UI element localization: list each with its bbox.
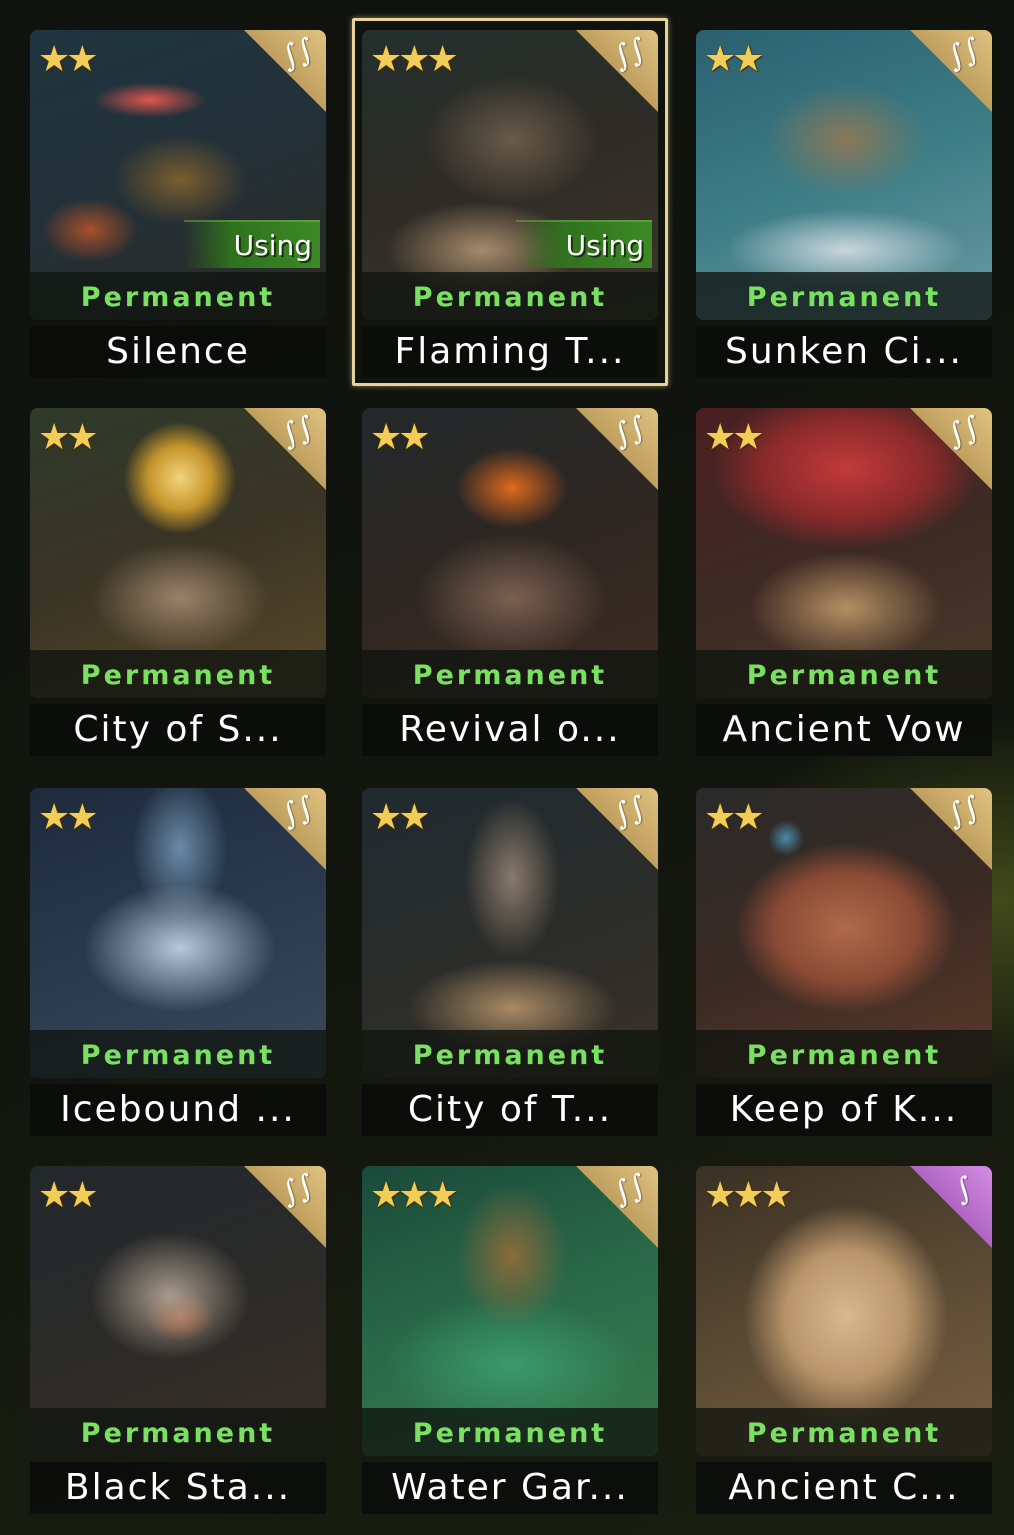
duration-label: Permanent bbox=[362, 650, 658, 698]
duration-label: Permanent bbox=[362, 1030, 658, 1078]
duration-label: Permanent bbox=[30, 272, 326, 320]
using-badge: Using bbox=[184, 220, 320, 268]
skin-name: Sunken Ci... bbox=[696, 326, 992, 378]
skin-card-frame: ★★★ ∫ Permanent bbox=[696, 1166, 992, 1456]
duration-label: Permanent bbox=[362, 272, 658, 320]
skin-name: Icebound ... bbox=[30, 1084, 326, 1136]
skin-name: Black Sta... bbox=[30, 1462, 326, 1514]
skin-card-water-gar[interactable]: ★★★ ∫∫ Permanent Water Gar... bbox=[362, 1166, 658, 1514]
skin-name: City of S... bbox=[30, 704, 326, 756]
duration-label: Permanent bbox=[696, 650, 992, 698]
skin-card-keep-of-k[interactable]: ★★ ∫∫ Permanent Keep of K... bbox=[696, 788, 992, 1136]
castle-skin-grid: ★★ ∫∫ Using Permanent Silence ★★★ ∫∫ Usi… bbox=[0, 0, 1014, 1535]
skin-name: Flaming T... bbox=[362, 326, 658, 378]
skin-name: Water Gar... bbox=[362, 1462, 658, 1514]
rarity-stars-icon: ★★ bbox=[704, 417, 765, 458]
skin-card-flaming[interactable]: ★★★ ∫∫ Using Permanent Flaming T... bbox=[352, 18, 668, 386]
rarity-stars-icon: ★★ bbox=[38, 417, 99, 458]
duration-label: Permanent bbox=[696, 1030, 992, 1078]
duration-label: Permanent bbox=[696, 1408, 992, 1456]
duration-label: Permanent bbox=[362, 1408, 658, 1456]
duration-label: Permanent bbox=[696, 272, 992, 320]
rarity-stars-icon: ★★ bbox=[704, 39, 765, 80]
rarity-stars-icon: ★★★ bbox=[370, 39, 459, 80]
skin-card-city-of-t[interactable]: ★★ ∫∫ Permanent City of T... bbox=[362, 788, 658, 1136]
skin-card-ancient-vow[interactable]: ★★ ∫∫ Permanent Ancient Vow bbox=[696, 408, 992, 756]
skin-card-frame: ★★ ∫∫ Permanent bbox=[30, 788, 326, 1078]
rarity-stars-icon: ★★★ bbox=[370, 1175, 459, 1216]
skin-name: Revival o... bbox=[362, 704, 658, 756]
rarity-stars-icon: ★★★ bbox=[704, 1175, 793, 1216]
skin-card-frame: ★★ ∫∫ Permanent bbox=[30, 408, 326, 698]
skin-card-revival[interactable]: ★★ ∫∫ Permanent Revival o... bbox=[362, 408, 658, 756]
skin-card-silence[interactable]: ★★ ∫∫ Using Permanent Silence bbox=[30, 30, 326, 378]
skin-card-frame: ★★ ∫∫ Permanent bbox=[696, 788, 992, 1078]
rarity-stars-icon: ★★ bbox=[370, 797, 431, 838]
skin-card-frame: ★★ ∫∫ Permanent bbox=[30, 1166, 326, 1456]
rarity-stars-icon: ★★ bbox=[704, 797, 765, 838]
skin-name: Ancient Vow bbox=[696, 704, 992, 756]
skin-card-frame: ★★ ∫∫ Permanent bbox=[362, 408, 658, 698]
duration-label: Permanent bbox=[30, 650, 326, 698]
skin-card-frame: ★★★ ∫∫ Permanent bbox=[362, 1166, 658, 1456]
skin-name: Silence bbox=[30, 326, 326, 378]
duration-label: Permanent bbox=[30, 1030, 326, 1078]
skin-card-frame: ★★ ∫∫ Permanent bbox=[696, 30, 992, 320]
skin-name: Keep of K... bbox=[696, 1084, 992, 1136]
skin-card-frame: ★★ ∫∫ Using Permanent bbox=[30, 30, 326, 320]
skin-card-black-sta[interactable]: ★★ ∫∫ Permanent Black Sta... bbox=[30, 1166, 326, 1514]
using-badge: Using bbox=[516, 220, 652, 268]
skin-name: City of T... bbox=[362, 1084, 658, 1136]
skin-card-ancient-c[interactable]: ★★★ ∫ Permanent Ancient C... bbox=[696, 1166, 992, 1514]
skin-card-frame: ★★ ∫∫ Permanent bbox=[696, 408, 992, 698]
skin-card-frame: ★★ ∫∫ Permanent bbox=[362, 788, 658, 1078]
rarity-stars-icon: ★★ bbox=[38, 39, 99, 80]
skin-card-frame: ★★★ ∫∫ Using Permanent bbox=[362, 30, 658, 320]
rarity-stars-icon: ★★ bbox=[370, 417, 431, 458]
skin-card-city-of-s[interactable]: ★★ ∫∫ Permanent City of S... bbox=[30, 408, 326, 756]
rarity-stars-icon: ★★ bbox=[38, 797, 99, 838]
skin-card-sunken[interactable]: ★★ ∫∫ Permanent Sunken Ci... bbox=[696, 30, 992, 378]
skin-card-icebound[interactable]: ★★ ∫∫ Permanent Icebound ... bbox=[30, 788, 326, 1136]
duration-label: Permanent bbox=[30, 1408, 326, 1456]
rarity-stars-icon: ★★ bbox=[38, 1175, 99, 1216]
skin-name: Ancient C... bbox=[696, 1462, 992, 1514]
